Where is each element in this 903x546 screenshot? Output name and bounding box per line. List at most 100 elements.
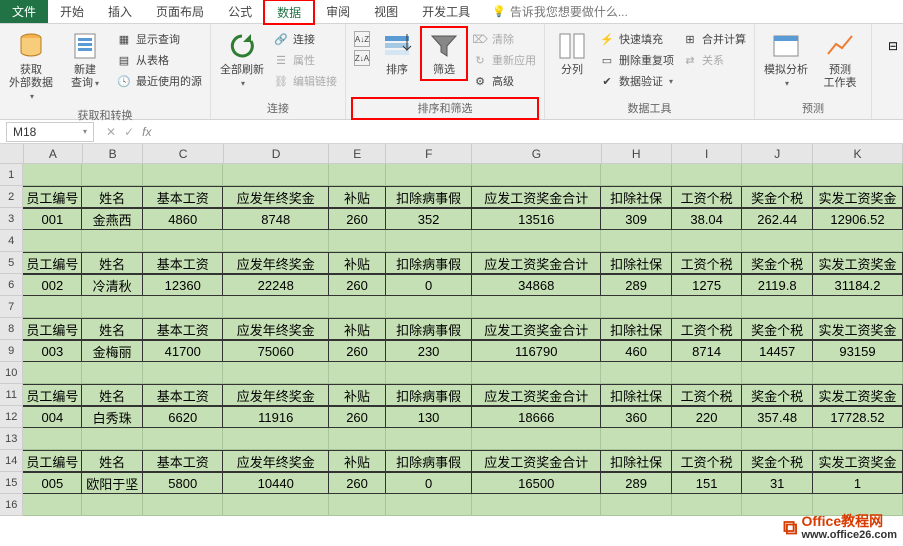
cell[interactable]: 应发工资奖金合计 (472, 318, 601, 340)
tab-layout[interactable]: 页面布局 (144, 0, 216, 23)
row-header[interactable]: 5 (0, 252, 23, 274)
cell[interactable] (223, 494, 329, 516)
cell[interactable]: 5800 (143, 472, 223, 494)
tab-view[interactable]: 视图 (362, 0, 410, 23)
properties-button[interactable]: ☰属性 (271, 51, 339, 69)
cell[interactable] (143, 296, 223, 318)
cell[interactable] (672, 494, 743, 516)
cell[interactable] (23, 296, 82, 318)
row-header[interactable]: 15 (0, 472, 23, 494)
cell[interactable]: 员工编号 (23, 384, 82, 406)
cell[interactable] (223, 164, 329, 186)
consolidate-button[interactable]: ⊞合并计算 (680, 30, 748, 48)
cell[interactable]: 应发年终奖金 (223, 384, 329, 406)
cell[interactable]: 18666 (472, 406, 601, 428)
cell[interactable]: 冷清秋 (82, 274, 143, 296)
cancel-formula-button[interactable]: ✕ (106, 125, 116, 139)
cell[interactable]: 姓名 (82, 384, 143, 406)
cell[interactable]: 欧阳于坚 (82, 472, 143, 494)
relationships-button[interactable]: ⇄关系 (680, 51, 748, 69)
cell[interactable]: 奖金个税 (742, 252, 813, 274)
forecast-sheet-button[interactable]: 预测 工作表 (815, 28, 865, 92)
cell[interactable] (742, 164, 813, 186)
cell[interactable]: 扣除社保 (601, 186, 672, 208)
column-header-B[interactable]: B (83, 144, 144, 164)
cell[interactable]: 员工编号 (23, 318, 82, 340)
column-header-D[interactable]: D (224, 144, 330, 164)
filter-button[interactable]: 筛选 (422, 28, 466, 79)
cell[interactable] (223, 230, 329, 252)
cell[interactable]: 扣除社保 (601, 384, 672, 406)
cell[interactable] (82, 230, 143, 252)
cell[interactable]: 金梅丽 (82, 340, 143, 362)
cell[interactable] (329, 296, 386, 318)
cell[interactable]: 260 (329, 472, 386, 494)
cell[interactable] (329, 494, 386, 516)
cell[interactable] (472, 494, 601, 516)
cell[interactable]: 41700 (143, 340, 223, 362)
cell[interactable]: 130 (386, 406, 472, 428)
flash-fill-button[interactable]: ⚡快速填充 (597, 30, 676, 48)
cell[interactable]: 31 (742, 472, 813, 494)
cell[interactable]: 工资个税 (672, 318, 743, 340)
cell[interactable] (23, 362, 82, 384)
cell[interactable]: 001 (23, 208, 82, 230)
cell[interactable]: 补贴 (329, 450, 386, 472)
clear-filter-button[interactable]: ⌦清除 (470, 30, 538, 48)
refresh-all-button[interactable]: 全部刷新 (217, 28, 267, 92)
cell[interactable]: 4860 (143, 208, 223, 230)
cell[interactable] (386, 296, 472, 318)
tab-data[interactable]: 数据 (264, 0, 314, 24)
data-validation-button[interactable]: ✔数据验证▾ (597, 72, 676, 90)
cell[interactable] (472, 428, 601, 450)
cell[interactable] (329, 362, 386, 384)
cell[interactable]: 116790 (472, 340, 601, 362)
cell[interactable]: 扣除病事假 (386, 186, 472, 208)
cell[interactable]: 31184.2 (813, 274, 903, 296)
cell[interactable]: 11916 (223, 406, 329, 428)
cell[interactable]: 14457 (742, 340, 813, 362)
cell[interactable] (601, 164, 672, 186)
cell[interactable] (601, 428, 672, 450)
row-header[interactable]: 4 (0, 230, 23, 252)
cell[interactable] (601, 230, 672, 252)
cell[interactable] (23, 164, 82, 186)
sort-desc-button[interactable]: Z↓A (352, 49, 372, 67)
tab-file[interactable]: 文件 (0, 0, 48, 23)
group-rows-button[interactable]: ⊟ (878, 28, 903, 64)
advanced-filter-button[interactable]: ⚙高级 (470, 72, 538, 90)
cell[interactable]: 1 (813, 472, 903, 494)
cell[interactable]: 151 (672, 472, 743, 494)
cell[interactable] (472, 230, 601, 252)
cell[interactable]: 基本工资 (143, 252, 223, 274)
cell[interactable]: 奖金个税 (742, 186, 813, 208)
tab-formula[interactable]: 公式 (216, 0, 264, 23)
cell[interactable] (742, 230, 813, 252)
cell[interactable]: 奖金个税 (742, 318, 813, 340)
cell[interactable] (386, 428, 472, 450)
cell[interactable]: 352 (386, 208, 472, 230)
row-header[interactable]: 8 (0, 318, 23, 340)
cell[interactable]: 补贴 (329, 318, 386, 340)
formula-input[interactable] (161, 123, 903, 141)
cell[interactable] (601, 362, 672, 384)
cell[interactable]: 004 (23, 406, 82, 428)
cell[interactable]: 289 (601, 472, 672, 494)
cell[interactable]: 17728.52 (813, 406, 903, 428)
cell[interactable] (82, 296, 143, 318)
cell[interactable]: 230 (386, 340, 472, 362)
cell[interactable] (472, 164, 601, 186)
reapply-button[interactable]: ↻重新应用 (470, 51, 538, 69)
cell[interactable]: 220 (672, 406, 743, 428)
cell[interactable] (223, 428, 329, 450)
cell[interactable]: 实发工资奖金 (813, 186, 903, 208)
cell[interactable] (386, 164, 472, 186)
column-header-J[interactable]: J (742, 144, 812, 164)
cell[interactable] (23, 494, 82, 516)
cell[interactable] (601, 296, 672, 318)
cell[interactable] (742, 362, 813, 384)
cell[interactable]: 002 (23, 274, 82, 296)
cell[interactable] (813, 296, 903, 318)
cell[interactable] (472, 296, 601, 318)
cell[interactable]: 260 (329, 406, 386, 428)
